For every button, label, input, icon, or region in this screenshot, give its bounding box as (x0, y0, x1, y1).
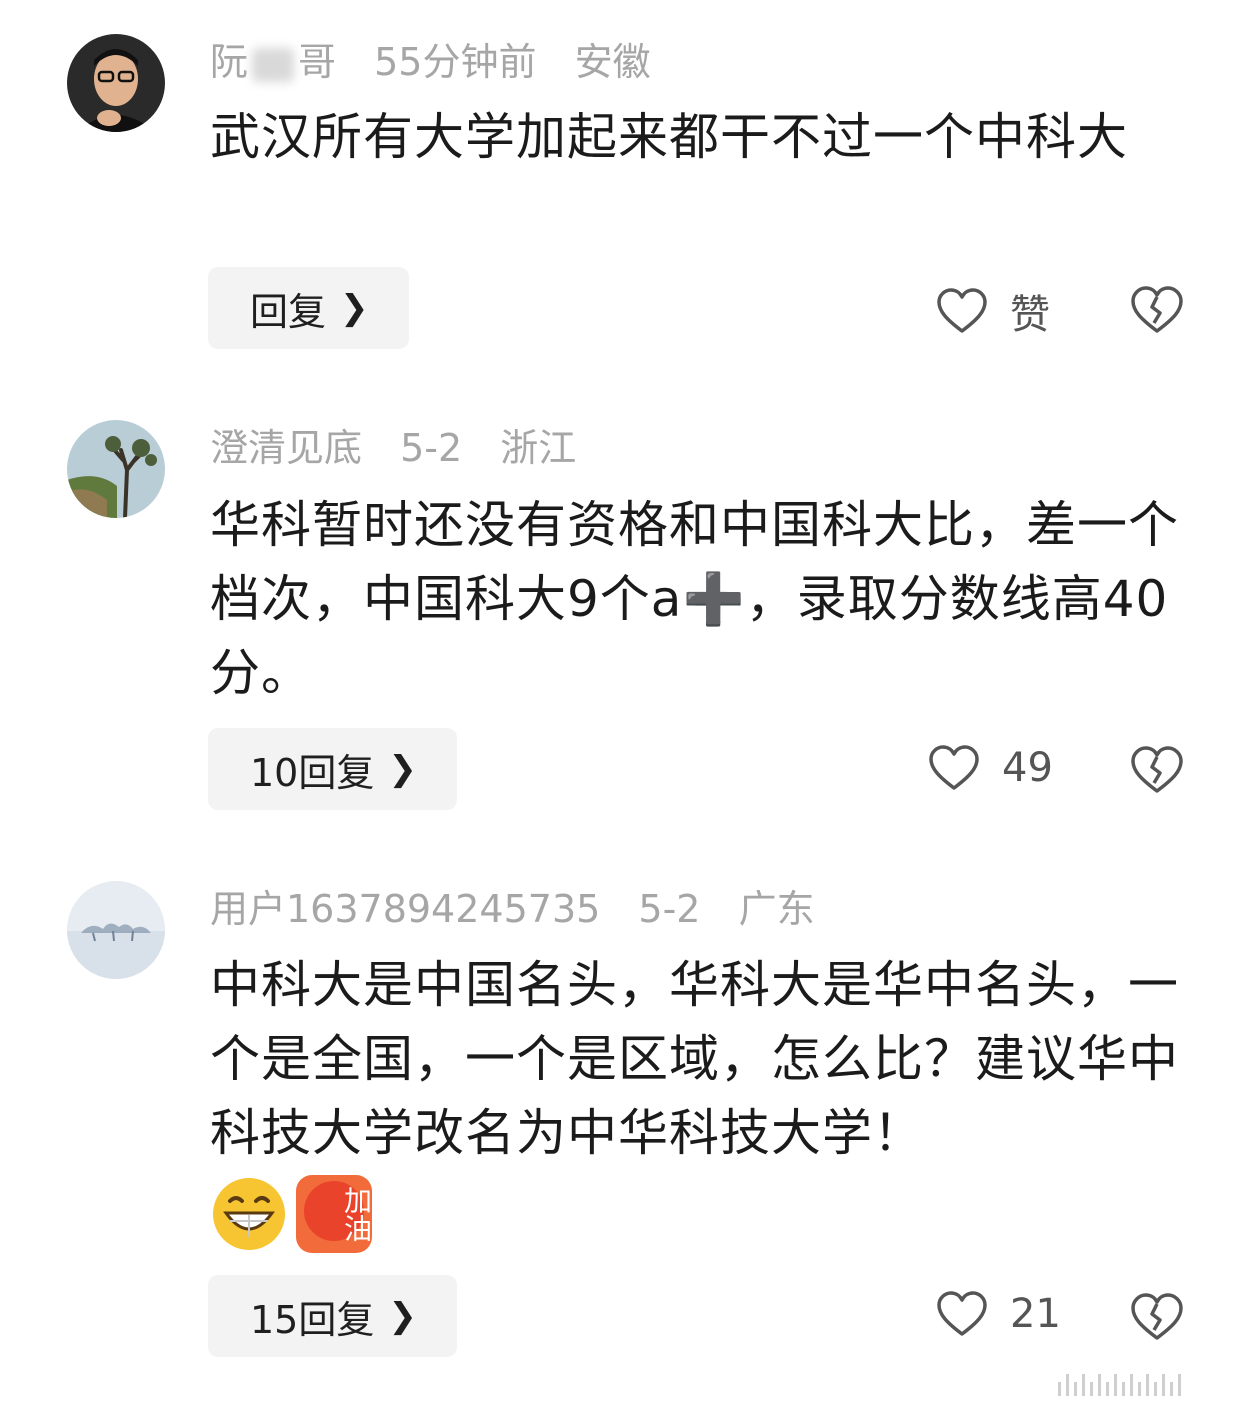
comment-text: 中科大是中国名头，华科大是华中名头，一个是全国，一个是区域，怎么比？建议华中科技… (210, 956, 1179, 1162)
avatar[interactable] (67, 881, 165, 979)
heart-outline-icon (937, 288, 987, 333)
like-count: 赞 (1010, 292, 1050, 338)
author-name[interactable]: 阮哥 (210, 40, 336, 84)
comment-time: 5-2 (638, 887, 701, 931)
author-name[interactable]: 澄清见底 (210, 426, 362, 470)
comment-time: 55分钟前 (374, 40, 537, 84)
jiayou-emoji: 加油 (296, 1175, 372, 1253)
avatar[interactable] (67, 34, 165, 132)
comment-text: 武汉所有大学加起来都干不过一个中科大 (210, 108, 1128, 166)
reply-label: 15回复 (250, 1297, 375, 1342)
comment-location: 广东 (738, 887, 815, 931)
like-count: 21 (1010, 1291, 1061, 1337)
emoji-row: 加油 (210, 1175, 372, 1253)
like-button[interactable]: 赞 (936, 282, 1050, 340)
like-count: 49 (1002, 745, 1053, 791)
reply-label: 回复 (250, 289, 327, 334)
jiayou-text: 加油 (340, 1186, 372, 1242)
comment-meta: 阮哥 55分钟前 安徽 (210, 37, 677, 87)
reply-label: 10回复 (250, 750, 375, 795)
broken-heart-icon[interactable] (1130, 285, 1184, 335)
comment-meta: 澄清见底 5-2 浙江 (210, 423, 602, 473)
author-name[interactable]: 用户1637894245735 (210, 887, 600, 931)
comment-location: 安徽 (574, 40, 651, 84)
comment-text: 华科暂时还没有资格和中国科大比，差一个档次，中国科大9个a➕，录取分数线高40分… (210, 496, 1179, 702)
comment-location: 浙江 (500, 426, 577, 470)
chevron-right-icon: ❯ (388, 749, 417, 789)
avatar[interactable] (67, 420, 165, 518)
chevron-right-icon: ❯ (388, 1296, 417, 1336)
heart-outline-icon (937, 1291, 987, 1336)
reply-button[interactable]: 10回复 ❯ (208, 728, 457, 810)
redacted-mask (252, 47, 295, 82)
grinning-emoji (213, 1178, 285, 1250)
broken-heart-icon[interactable] (1130, 1292, 1184, 1342)
like-button[interactable]: 21 (936, 1290, 1061, 1338)
broken-heart-icon[interactable] (1130, 745, 1184, 795)
like-button[interactable]: 49 (928, 744, 1053, 792)
chevron-right-icon: ❯ (340, 288, 369, 328)
reply-button[interactable]: 15回复 ❯ (208, 1275, 457, 1357)
comment-meta: 用户1637894245735 5-2 广东 (210, 884, 841, 934)
watermark (1058, 1370, 1238, 1396)
heart-outline-icon (929, 745, 979, 790)
comment-time: 5-2 (400, 426, 463, 470)
reply-button[interactable]: 回复 ❯ (208, 267, 409, 349)
